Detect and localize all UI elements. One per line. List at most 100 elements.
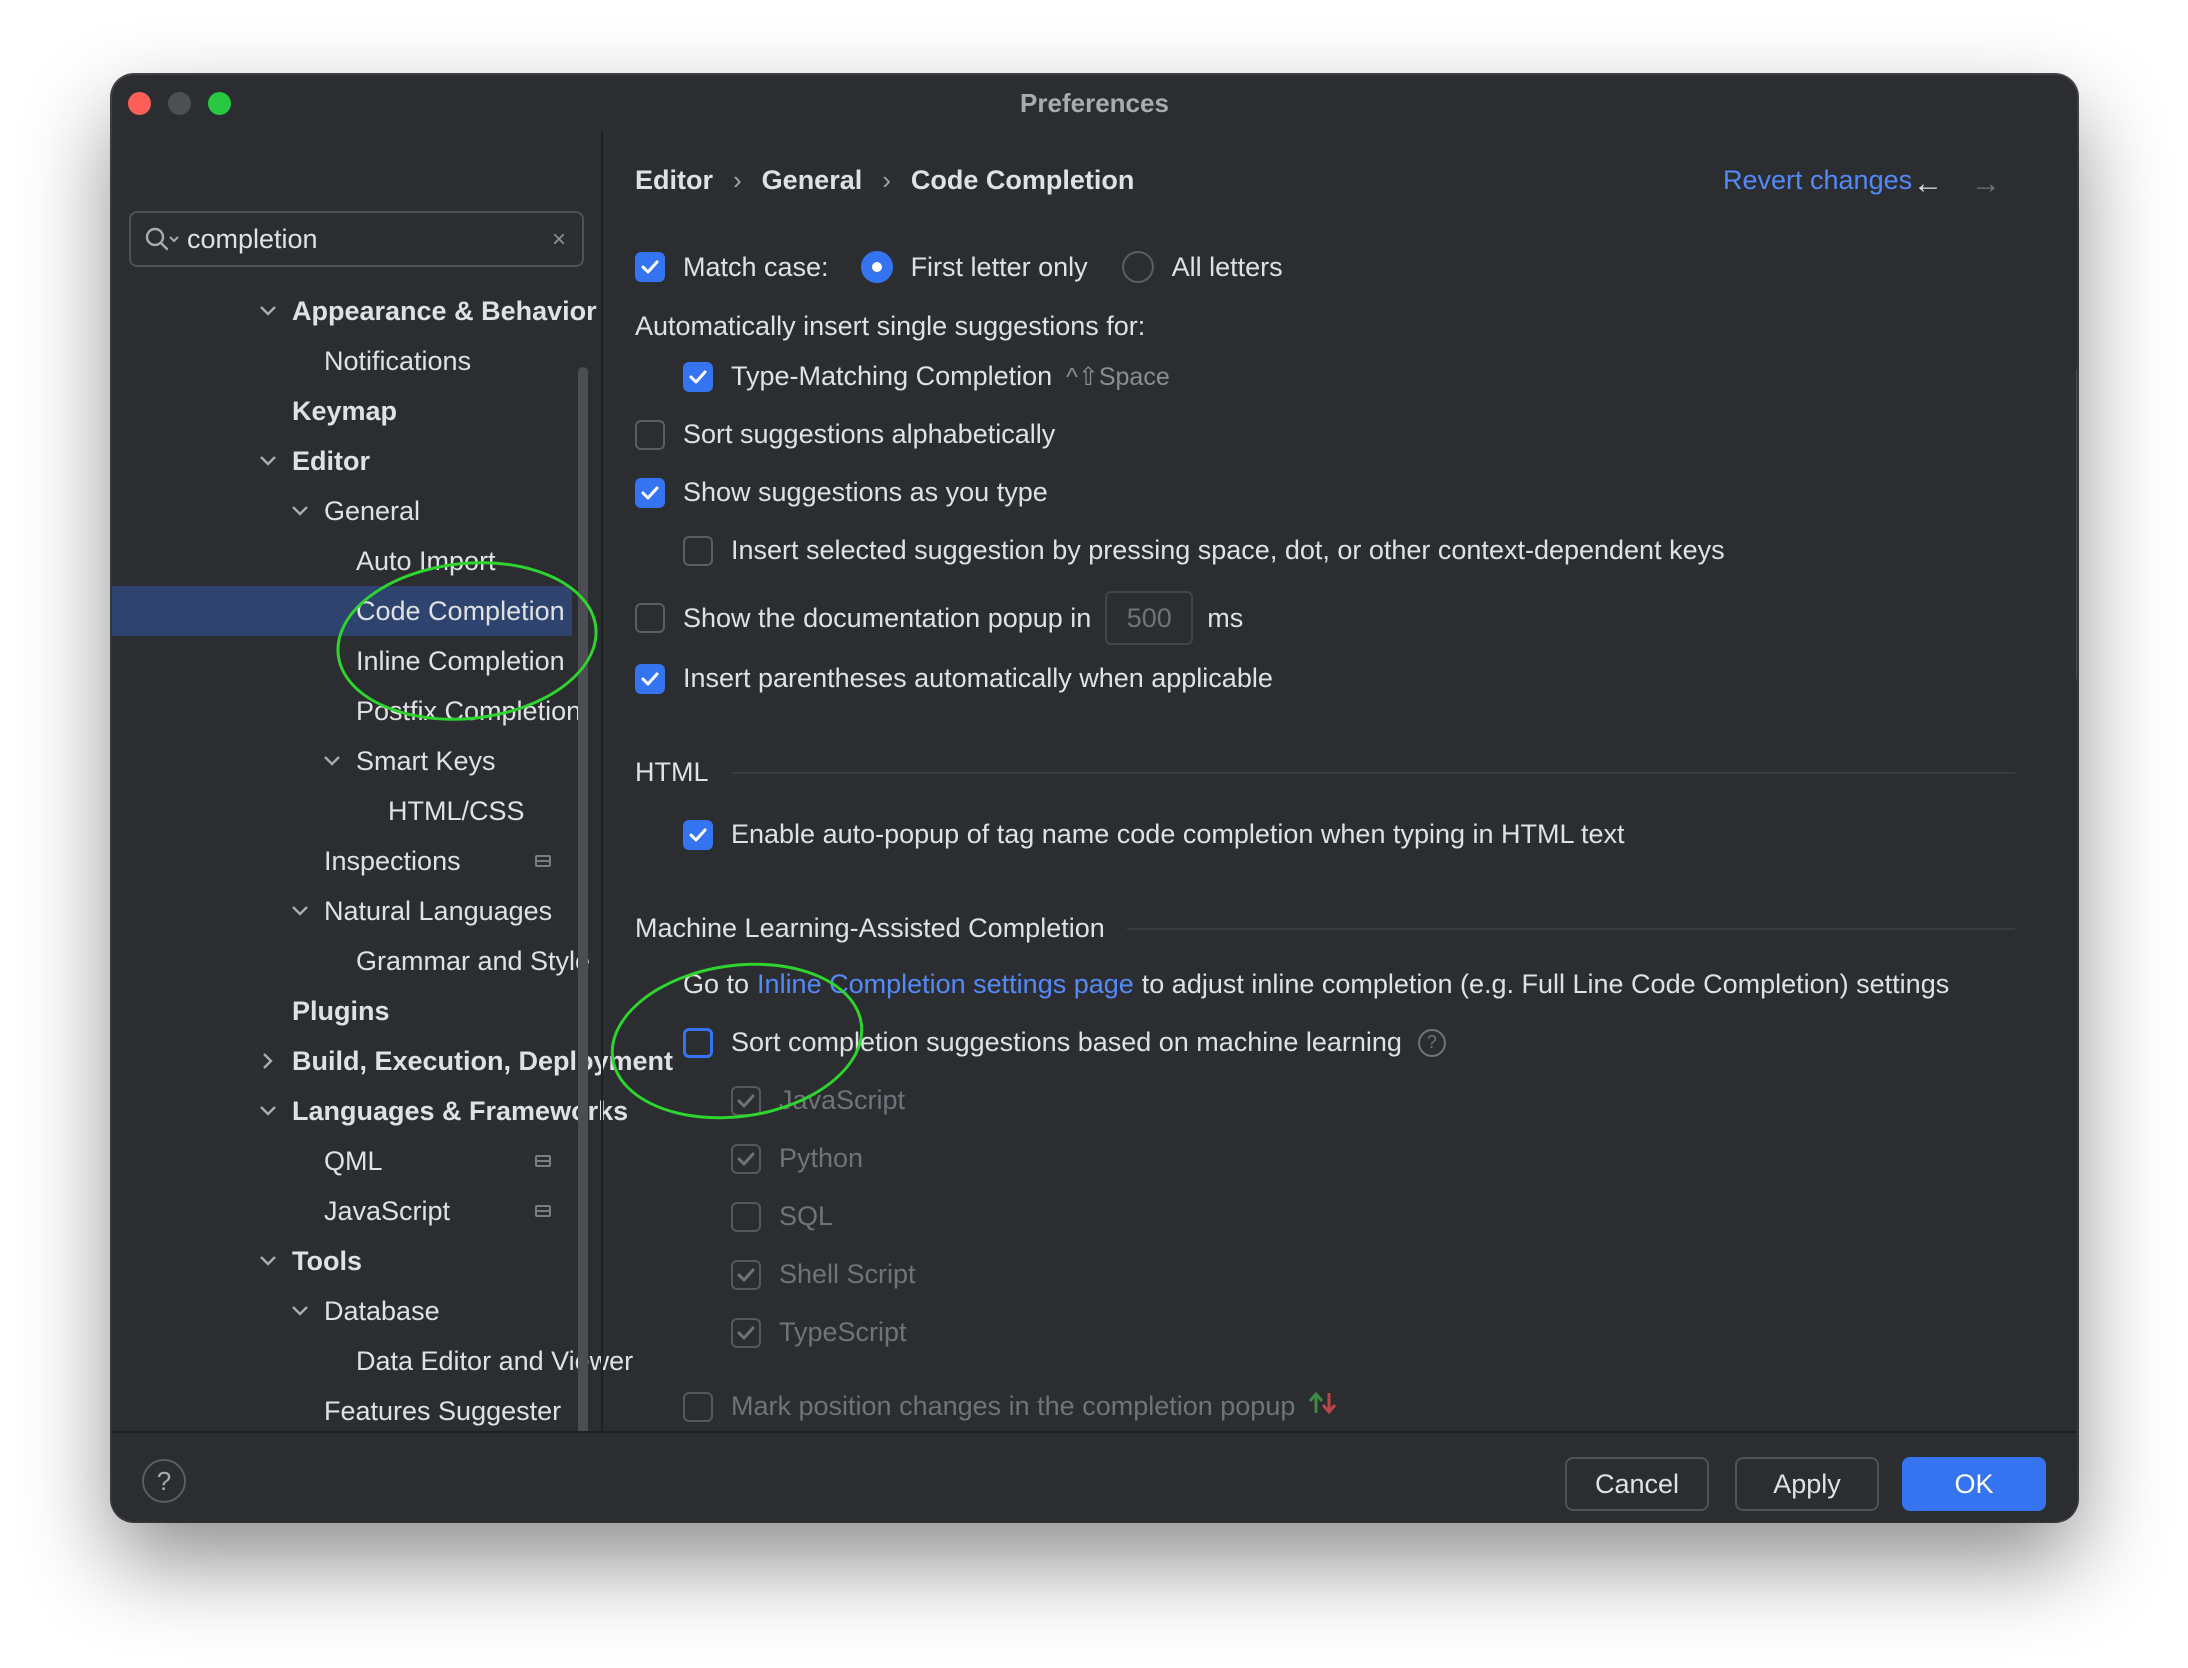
ml-lang-typescript-row: TypeScript (731, 1317, 907, 1348)
all-letters-radio[interactable] (1121, 251, 1154, 283)
tree-item-label: Auto Import (356, 545, 496, 576)
ok-button[interactable]: OK (1902, 1457, 2046, 1511)
tree-item-plugins[interactable]: Plugins (112, 986, 572, 1036)
tree-item-html-css[interactable]: HTML/CSS (112, 786, 572, 836)
tree-item-javascript[interactable]: JavaScript (112, 1186, 572, 1236)
ml-shell-checkbox[interactable] (731, 1259, 761, 1290)
back-arrow-icon[interactable]: ← (1913, 167, 1943, 201)
doc-popup-row: Show the documentation popup in 500 ms (635, 591, 1243, 645)
minimize-window-button[interactable] (168, 92, 191, 115)
tree-item-features-suggester[interactable]: Features Suggester (112, 1386, 572, 1436)
tree-item-data-editor-and-viewer[interactable]: Data Editor and Viewer (112, 1336, 633, 1386)
ml-javascript-checkbox[interactable] (731, 1085, 761, 1116)
breadcrumb-editor[interactable]: Editor (635, 165, 713, 196)
insert-parens-checkbox[interactable] (635, 663, 665, 694)
chevron-down-icon[interactable] (286, 897, 314, 925)
mark-position-row: Mark position changes in the completion … (683, 1389, 1339, 1424)
sidebar-scrollbar[interactable] (578, 367, 588, 1487)
ml-typescript-checkbox[interactable] (731, 1317, 761, 1348)
tree-item-label: General (324, 495, 421, 526)
forward-arrow-icon[interactable]: → (1971, 167, 2001, 201)
tree-item-label: Smart Keys (356, 745, 496, 776)
apply-button[interactable]: Apply (1735, 1457, 1879, 1511)
chevron-down-icon[interactable] (254, 1247, 282, 1275)
tree-item-natural-languages[interactable]: Natural Languages (112, 886, 572, 936)
first-letter-radio[interactable] (860, 251, 893, 283)
tree-item-tools[interactable]: Tools (112, 1236, 572, 1286)
doc-popup-label: Show the documentation popup in (683, 602, 1092, 633)
doc-popup-checkbox[interactable] (635, 603, 665, 633)
project-settings-icon (535, 1155, 551, 1167)
ml-sql-checkbox[interactable] (731, 1201, 761, 1232)
tree-item-editor[interactable]: Editor (112, 436, 572, 486)
help-button[interactable]: ? (142, 1459, 186, 1503)
ml-sort-label: Sort completion suggestions based on mac… (731, 1027, 1402, 1057)
ml-sort-help-icon[interactable]: ? (1417, 1028, 1446, 1057)
type-matching-checkbox[interactable] (683, 361, 713, 392)
tree-item-label: Code Completion (356, 595, 565, 626)
match-case-row: Match case: First letter only All letter… (635, 251, 1283, 283)
tree-item-label: Inline Completion (356, 645, 565, 676)
tree-item-label: Inspections (324, 845, 461, 876)
tree-item-smart-keys[interactable]: Smart Keys (112, 736, 572, 786)
tree-item-label: QML (324, 1145, 383, 1176)
sort-alpha-checkbox[interactable] (635, 419, 665, 450)
tree-item-postfix-completion[interactable]: Postfix Completion (112, 686, 581, 736)
tree-item-keymap[interactable]: Keymap (112, 386, 572, 436)
preferences-window: Preferences × Appearance & Behavior Notif… (112, 75, 2077, 1521)
ml-sort-checkbox[interactable] (683, 1027, 713, 1058)
sort-alpha-row: Sort suggestions alphabetically (635, 419, 1055, 450)
tree-item-label: Data Editor and Viewer (356, 1345, 634, 1376)
tree-item-build-execution-deployment[interactable]: Build, Execution, Deployment (112, 1036, 673, 1086)
clear-search-icon[interactable]: × (552, 226, 566, 254)
chevron-down-icon[interactable] (286, 497, 314, 525)
tree-item-code-completion[interactable]: Code Completion (112, 586, 572, 636)
settings-search[interactable]: × (129, 211, 584, 267)
tree-item-general[interactable]: General (112, 486, 572, 536)
tree-item-languages-frameworks[interactable]: Languages & Frameworks (112, 1086, 628, 1136)
content-scrollbar[interactable] (2076, 367, 2077, 682)
ml-goto-row: Go to Inline Completion settings page to… (683, 969, 1949, 1000)
insert-selected-row: Insert selected suggestion by pressing s… (683, 535, 1725, 566)
insert-parens-label: Insert parentheses automatically when ap… (683, 663, 1273, 693)
chevron-down-icon[interactable] (254, 297, 282, 325)
revert-changes-link[interactable]: Revert changes (1723, 165, 1912, 196)
breadcrumb-code-completion: Code Completion (910, 165, 1135, 195)
tree-item-inline-completion[interactable]: Inline Completion (112, 636, 572, 686)
tree-item-appearance-behavior[interactable]: Appearance & Behavior (112, 286, 597, 336)
tree-item-notifications[interactable]: Notifications (112, 336, 572, 386)
tree-item-inspections[interactable]: Inspections (112, 836, 572, 886)
chevron-right-icon[interactable] (254, 1047, 282, 1075)
mark-position-label: Mark position changes in the completion … (731, 1391, 1296, 1421)
chevron-down-icon[interactable] (318, 747, 346, 775)
insert-selected-label: Insert selected suggestion by pressing s… (731, 535, 1725, 565)
search-input[interactable] (187, 223, 527, 255)
zoom-window-button[interactable] (208, 92, 231, 115)
chevron-down-icon[interactable] (254, 1097, 282, 1125)
tree-item-qml[interactable]: QML (112, 1136, 572, 1186)
tree-item-label: Appearance & Behavior (292, 295, 597, 326)
html-autopopup-checkbox[interactable] (683, 819, 713, 850)
doc-popup-unit: ms (1207, 602, 1244, 633)
tree-item-grammar-and-style[interactable]: Grammar and Style (112, 936, 590, 986)
up-down-arrows-icon (1307, 1389, 1339, 1424)
ml-javascript-label: JavaScript (779, 1085, 906, 1115)
breadcrumb-general[interactable]: General (762, 165, 863, 196)
insert-selected-checkbox[interactable] (683, 535, 713, 566)
cancel-button[interactable]: Cancel (1565, 1457, 1709, 1511)
project-settings-icon (535, 855, 551, 867)
html-section-title: HTML (635, 757, 709, 787)
close-window-button[interactable] (128, 92, 151, 115)
ml-python-checkbox[interactable] (731, 1143, 761, 1174)
match-case-checkbox[interactable] (635, 252, 665, 282)
doc-popup-delay-input[interactable]: 500 (1105, 591, 1194, 645)
mark-position-checkbox[interactable] (683, 1391, 713, 1422)
tree-item-database[interactable]: Database (112, 1286, 572, 1336)
history-navigation: ← → (1913, 167, 2001, 201)
chevron-down-icon[interactable] (254, 447, 282, 475)
show-as-type-checkbox[interactable] (635, 477, 665, 508)
ml-lang-python-row: Python (731, 1143, 863, 1174)
chevron-down-icon[interactable] (286, 1297, 314, 1325)
tree-item-auto-import[interactable]: Auto Import (112, 536, 572, 586)
inline-completion-settings-link[interactable]: Inline Completion settings page (757, 969, 1134, 1000)
